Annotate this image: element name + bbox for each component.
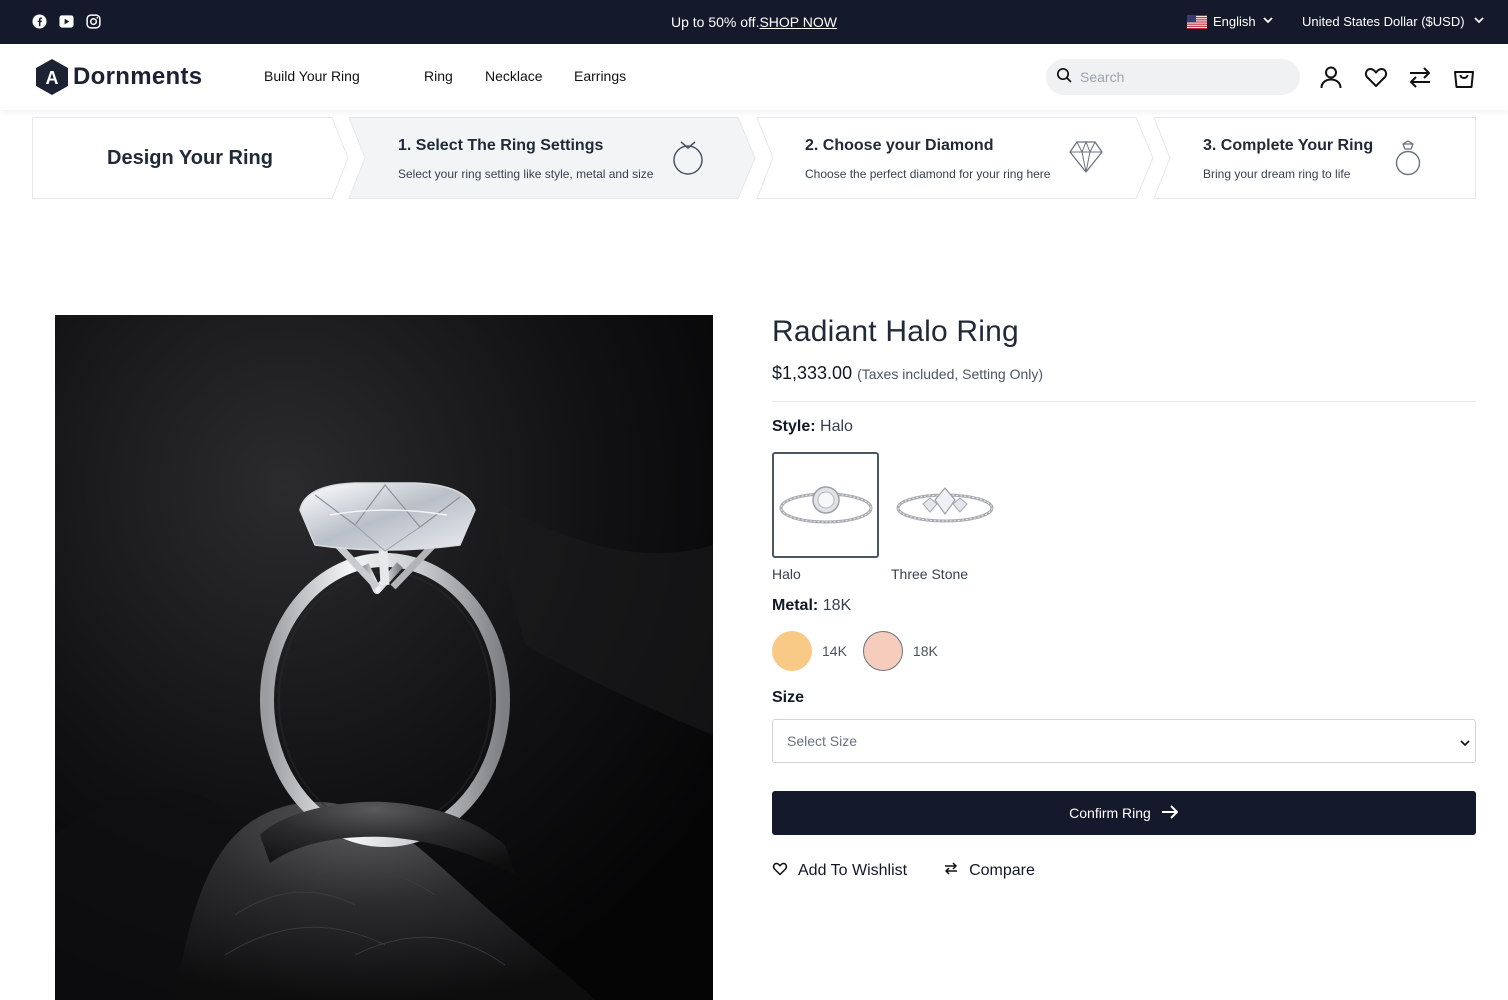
- diamond-icon: [1068, 139, 1104, 180]
- size-select-value: Select Size: [787, 733, 858, 749]
- nav-build-your-ring[interactable]: Build Your Ring: [264, 68, 360, 84]
- product-actions: Add To Wishlist Compare: [772, 861, 1035, 881]
- arrow-right-icon: [1161, 804, 1179, 823]
- search-icon[interactable]: [1056, 67, 1072, 88]
- compare-label: Compare: [969, 862, 1035, 879]
- style-label-row: Style: Halo: [772, 418, 853, 436]
- step-choose-diamond[interactable]: 2. Choose your Diamond Choose the perfec…: [805, 137, 1050, 181]
- search-input[interactable]: [1080, 69, 1280, 85]
- currency-selector[interactable]: United States Dollar ($USD): [1302, 14, 1485, 29]
- metal-label-row: Metal: 18K: [772, 597, 851, 615]
- chevron-down-icon: [1459, 736, 1471, 752]
- wishlist-icon[interactable]: [1363, 64, 1389, 90]
- style-option-label: Three Stone: [891, 566, 969, 582]
- promo-text: Up to 50% off.: [671, 14, 760, 30]
- nav-ring[interactable]: Ring: [424, 68, 453, 84]
- product-price: $1,333.00: [772, 363, 853, 383]
- nav-necklace[interactable]: Necklace: [485, 68, 543, 84]
- step-subtitle: Choose the perfect diamond for your ring…: [805, 167, 1051, 181]
- compare-icon: [943, 861, 959, 881]
- ring-builder-steps: Design Your Ring 1. Select The Ring Sett…: [32, 117, 1476, 199]
- confirm-ring-button[interactable]: Confirm Ring: [772, 791, 1476, 835]
- size-select[interactable]: Select Size: [772, 719, 1476, 763]
- confirm-ring-label: Confirm Ring: [1069, 805, 1151, 821]
- compare-icon[interactable]: [1407, 64, 1433, 90]
- style-thumbnail: [891, 452, 998, 558]
- step-title: 2. Choose your Diamond: [805, 137, 994, 154]
- price-note: (Taxes included, Setting Only): [857, 366, 1044, 382]
- wishlist-label: Add To Wishlist: [798, 862, 908, 879]
- heart-icon: [772, 861, 788, 881]
- product-title: Radiant Halo Ring: [772, 315, 1019, 348]
- metal-options: 14K 18K: [772, 631, 954, 671]
- style-options: Halo Three Stone: [772, 452, 998, 582]
- style-value: Halo: [820, 418, 853, 435]
- logo-letter: A: [46, 68, 59, 88]
- metal-swatch-18k[interactable]: [862, 631, 903, 671]
- step-subtitle: Bring your dream ring to life: [1203, 167, 1351, 181]
- announcement-bar: Up to 50% off.SHOP NOW English United St…: [0, 0, 1508, 44]
- step-title: 1. Select The Ring Settings: [398, 137, 604, 154]
- product-details: Radiant Halo Ring $1,333.00 (Taxes inclu…: [772, 315, 1476, 879]
- style-thumbnail: [772, 452, 879, 558]
- style-option-three-stone[interactable]: Three Stone: [891, 452, 998, 582]
- us-flag-icon: [1187, 14, 1207, 29]
- compare-button[interactable]: Compare: [943, 861, 1035, 881]
- complete-ring-icon: [1392, 139, 1424, 182]
- chevron-down-icon: [1262, 14, 1274, 29]
- size-label: Size: [772, 689, 805, 706]
- step-complete-ring[interactable]: 3. Complete Your Ring Bring your dream r…: [1203, 137, 1373, 181]
- step-subtitle: Select your ring setting like style, met…: [398, 167, 654, 181]
- ring-icon: [671, 139, 705, 182]
- add-to-wishlist-button[interactable]: Add To Wishlist: [772, 861, 907, 881]
- price-row: $1,333.00 (Taxes included, Setting Only): [772, 363, 1476, 384]
- three-stone-ring-image: [896, 487, 993, 523]
- language-selector[interactable]: English: [1187, 14, 1274, 29]
- metal-label: Metal:: [772, 597, 819, 614]
- metal-swatch-14k[interactable]: [772, 631, 812, 671]
- metal-value: 18K: [822, 597, 852, 614]
- metal-option-label: 18K: [912, 643, 938, 659]
- product-image[interactable]: [55, 315, 713, 1000]
- search-box: [1046, 59, 1300, 95]
- step-select-settings[interactable]: 1. Select The Ring Settings Select your …: [398, 137, 653, 181]
- style-label: Style:: [772, 418, 816, 435]
- divider: [772, 401, 1476, 402]
- language-label: English: [1213, 14, 1256, 29]
- style-option-label: Halo: [772, 566, 801, 582]
- site-logo[interactable]: A Dornments: [33, 58, 202, 96]
- account-icon[interactable]: [1318, 64, 1344, 90]
- style-option-halo[interactable]: Halo: [772, 452, 879, 582]
- step-title: 3. Complete Your Ring: [1203, 137, 1374, 154]
- design-your-ring-title: Design Your Ring: [107, 147, 273, 169]
- currency-label: United States Dollar ($USD): [1302, 14, 1465, 29]
- nav-earrings[interactable]: Earrings: [574, 68, 626, 84]
- chevron-down-icon: [1473, 14, 1485, 29]
- ring-photo: [55, 315, 713, 1000]
- halo-ring-image: [779, 486, 872, 524]
- site-header: A Dornments Build Your Ring Ring Necklac…: [0, 44, 1508, 110]
- logo-wordmark: Dornments: [73, 63, 203, 90]
- shop-now-link[interactable]: SHOP NOW: [759, 14, 837, 30]
- cart-icon[interactable]: [1451, 64, 1477, 90]
- promo-message: Up to 50% off.SHOP NOW: [0, 14, 1508, 30]
- metal-option-label: 14K: [822, 643, 847, 659]
- logo-mark: A: [33, 58, 71, 96]
